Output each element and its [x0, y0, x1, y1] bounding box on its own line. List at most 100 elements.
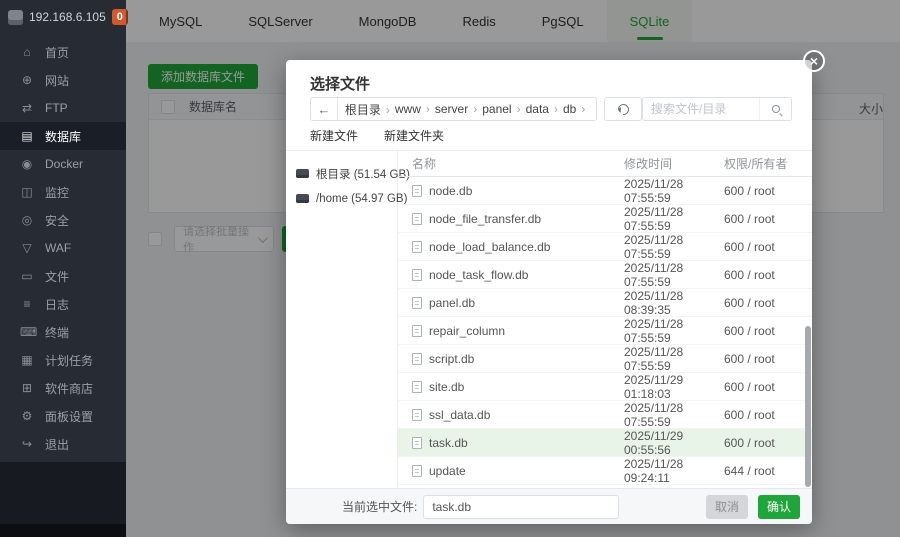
confirm-button[interactable]: 确认: [757, 494, 800, 519]
file-list-header: 名称 修改时间 权限/所有者: [398, 151, 812, 177]
file-row[interactable]: ssl_data.db 2025/11/28 07:55:59 600 / ro…: [398, 401, 812, 429]
disk-label: /home (54.97 GB): [316, 192, 408, 205]
disk-item[interactable]: /home (54.97 GB): [286, 186, 407, 211]
file-perm: 600 / root: [724, 351, 775, 366]
file-mtime: 2025/11/28 07:55:59: [624, 400, 684, 429]
sidebar-item-label: 面板设置: [45, 409, 94, 424]
file-name: panel.db: [429, 295, 476, 310]
sidebar-item[interactable]: ◉ Docker: [0, 150, 126, 178]
site-icon: ⊕: [21, 73, 33, 87]
file-perm: 600 / root: [724, 323, 775, 338]
new-file-button[interactable]: 新建文件: [310, 127, 358, 144]
file-name: repair_column: [429, 323, 506, 338]
column-perm: 权限/所有者: [724, 157, 788, 171]
sidebar-item[interactable]: ▤ 数据库: [0, 122, 126, 150]
sidebar-item[interactable]: ⊕ 网站: [0, 66, 126, 94]
file-row[interactable]: repair_column 2025/11/28 07:55:59 600 / …: [398, 317, 812, 345]
home-icon: ⌂: [23, 45, 31, 59]
breadcrumb-item[interactable]: db: [563, 102, 590, 116]
file-row[interactable]: task.db 2025/11/29 00:55:56 600 / root: [398, 429, 812, 457]
file-row[interactable]: node_load_balance.db 2025/11/28 07:55:59…: [398, 233, 812, 261]
refresh-icon: [615, 101, 631, 117]
file-row[interactable]: script.db 2025/11/28 07:55:59 600 / root: [398, 345, 812, 373]
file-perm: 600 / root: [724, 183, 775, 198]
file-name: script.db: [429, 351, 475, 366]
dialog-toolbar: ← 根目录wwwserverpaneldatadb: [310, 97, 792, 121]
breadcrumb-item[interactable]: 根目录: [345, 101, 395, 118]
refresh-button[interactable]: [604, 97, 642, 121]
security-icon: ◎: [21, 213, 33, 227]
sidebar-item[interactable]: ▽ WAF: [0, 234, 126, 262]
breadcrumb-item[interactable]: data: [526, 102, 563, 116]
file-row[interactable]: node_file_transfer.db 2025/11/28 07:55:5…: [398, 205, 812, 233]
file-icon: [412, 268, 422, 281]
sidebar-item[interactable]: ▦ 计划任务: [0, 346, 126, 374]
sidebar-item[interactable]: ≡ 日志: [0, 290, 126, 318]
sidebar-item-label: Docker: [45, 157, 84, 171]
file-row[interactable]: panel.db 2025/11/28 08:39:35 600 / root: [398, 289, 812, 317]
sidebar-item-label: 软件商店: [45, 381, 94, 396]
list-scrollbar-thumb[interactable]: [805, 326, 811, 487]
file-row[interactable]: node.db 2025/11/28 07:55:59 600 / root: [398, 177, 812, 205]
files-icon: ▭: [21, 269, 33, 283]
column-mtime: 修改时间: [624, 157, 673, 171]
sidebar-item-label: 计划任务: [45, 353, 94, 368]
file-icon: [412, 464, 422, 477]
sidebar-item[interactable]: ↪ 退出: [0, 430, 126, 458]
dialog-title: 选择文件: [310, 76, 371, 93]
file-search: [642, 97, 792, 121]
sidebar-item-label: 日志: [45, 297, 70, 312]
file-perm: 600 / root: [724, 211, 775, 226]
file-icon: [412, 324, 422, 337]
selected-file-input[interactable]: [423, 494, 620, 519]
file-row[interactable]: node_task_flow.db 2025/11/28 07:55:59 60…: [398, 261, 812, 289]
app-root: 192.168.6.105 0 ⌂ 首页 ⊕ 网站 ⇄ FTP ▤ 数据库 ◉ …: [0, 0, 900, 537]
file-icon: [412, 380, 422, 393]
sidebar-item[interactable]: ⇄ FTP: [0, 94, 126, 122]
new-folder-button[interactable]: 新建文件夹: [384, 127, 444, 144]
file-mtime: 2025/11/28 07:55:59: [624, 232, 684, 261]
sidebar-item[interactable]: ◎ 安全: [0, 206, 126, 234]
sidebar-item[interactable]: ⊞ 软件商店: [0, 374, 126, 402]
file-mtime: 2025/11/29 01:18:03: [624, 372, 684, 401]
sidebar-item[interactable]: ◫ 监控: [0, 178, 126, 206]
file-perm: 600 / root: [724, 435, 775, 450]
sidebar-item[interactable]: ⚙ 面板设置: [0, 402, 126, 430]
sidebar-item[interactable]: ⌨ 终端: [0, 318, 126, 346]
file-name: node.db: [429, 183, 473, 198]
file-icon: [412, 296, 422, 309]
search-button[interactable]: [759, 98, 791, 120]
sidebar-item-label: FTP: [45, 101, 68, 115]
sidebar-item-label: 首页: [45, 45, 70, 60]
sidebar-item-label: 退出: [45, 437, 70, 452]
sidebar-item-label: WAF: [45, 241, 72, 255]
cancel-button[interactable]: 取消: [705, 494, 748, 519]
file-mtime: 2025/11/29 00:55:56: [624, 428, 684, 457]
dialog-footer: 当前选中文件: 取消 确认: [286, 488, 812, 524]
file-row[interactable]: site.db 2025/11/29 01:18:03 600 / root: [398, 373, 812, 401]
file-mtime: 2025/11/28 07:55:59: [624, 316, 684, 345]
back-arrow-icon[interactable]: ←: [311, 98, 338, 120]
breadcrumb-item[interactable]: panel: [482, 102, 525, 116]
server-ip: 192.168.6.105: [29, 10, 106, 24]
close-icon[interactable]: ×: [803, 50, 825, 72]
sidebar-item[interactable]: ⌂ 首页: [0, 38, 126, 66]
file-row[interactable]: update 2025/11/28 09:24:11 644 / root: [398, 457, 812, 485]
file-icon: [412, 240, 422, 253]
search-input[interactable]: [643, 98, 759, 120]
appstore-icon: ⊞: [21, 381, 33, 395]
file-mtime: 2025/11/28 07:55:59: [624, 260, 684, 289]
file-name: site.db: [429, 379, 465, 394]
sidebar-item[interactable]: ▭ 文件: [0, 262, 126, 290]
file-list: node.db 2025/11/28 07:55:59 600 / root n…: [398, 177, 812, 485]
disk-pane: 根目录 (51.54 GB) /home (54.97 GB): [286, 151, 410, 488]
disk-item[interactable]: 根目录 (51.54 GB): [286, 161, 410, 186]
sidebar: 192.168.6.105 0 ⌂ 首页 ⊕ 网站 ⇄ FTP ▤ 数据库 ◉ …: [0, 0, 128, 537]
file-mtime: 2025/11/28 07:55:59: [624, 344, 684, 373]
breadcrumb: 根目录wwwserverpaneldatadb: [338, 101, 596, 118]
breadcrumb-item[interactable]: server: [435, 102, 482, 116]
sidebar-item-label: 终端: [45, 325, 70, 340]
drive-icon: [296, 194, 309, 203]
panel-logo-icon: [8, 9, 23, 25]
breadcrumb-item[interactable]: www: [395, 102, 435, 116]
